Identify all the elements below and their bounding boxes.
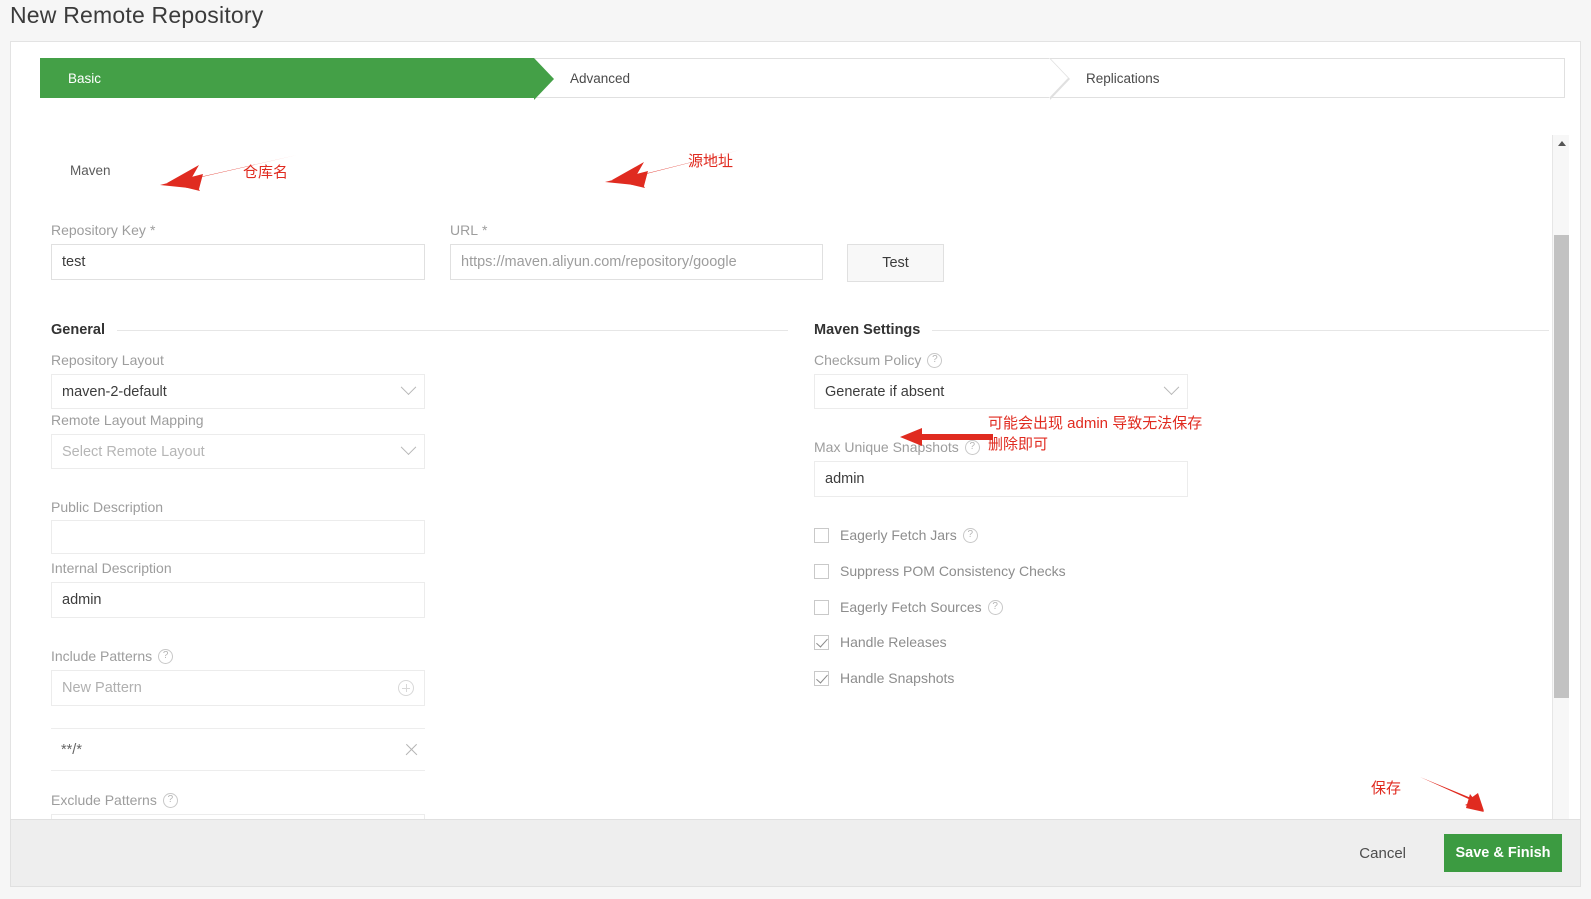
checksum-policy-select[interactable]: Generate if absent — [814, 374, 1188, 409]
repository-key-label-row: Repository Key * — [51, 222, 155, 238]
maven-settings-section-heading: Maven Settings — [814, 322, 1549, 338]
vertical-scrollbar[interactable] — [1552, 135, 1569, 860]
chevron-down-icon — [400, 379, 417, 396]
repository-key-label: Repository Key — [51, 222, 146, 238]
plus-circle-icon[interactable] — [398, 680, 414, 696]
checkbox-eagerly-fetch-sources[interactable]: Eagerly Fetch Sources ? — [814, 599, 1003, 615]
checkbox-label: Handle Releases — [840, 634, 947, 650]
url-required-mark: * — [482, 222, 488, 238]
chevron-right-inner-icon — [1049, 58, 1068, 98]
footer-bar: Cancel Save & Finish — [10, 819, 1581, 887]
url-label: URL — [450, 222, 479, 238]
checkbox-label: Suppress POM Consistency Checks — [840, 563, 1066, 579]
checkbox-icon[interactable] — [814, 527, 829, 543]
checkbox-label: Handle Snapshots — [840, 670, 955, 686]
tab-basic[interactable]: Basic — [40, 58, 554, 100]
tab-replications-label: Replications — [1086, 70, 1160, 86]
scroll-up-arrow-icon[interactable] — [1553, 135, 1570, 152]
repository-key-input[interactable]: test — [51, 244, 425, 280]
annotation-repository-key: 仓库名 — [243, 164, 289, 181]
checksum-policy-label: Checksum Policy — [814, 352, 922, 368]
max-unique-snapshots-label-row: Max Unique Snapshots ? — [814, 439, 980, 455]
include-patterns-new-input: New Pattern — [62, 680, 142, 696]
checkbox-icon[interactable] — [814, 670, 829, 686]
help-icon[interactable]: ? — [158, 648, 174, 664]
include-patterns-label-row: Include Patterns ? — [51, 648, 174, 664]
checkbox-handle-releases[interactable]: Handle Releases — [814, 634, 947, 650]
checkbox-suppress-pom-consistency-checks[interactable]: Suppress POM Consistency Checks — [814, 563, 1066, 579]
include-patterns-new-input-wrap[interactable]: New Pattern — [51, 670, 425, 706]
form-body: Maven Repository Key * test URL * https:… — [11, 112, 1564, 820]
chevron-down-icon — [1163, 379, 1180, 396]
help-icon[interactable]: ? — [927, 352, 943, 368]
internal-description-label: Internal Description — [51, 560, 172, 576]
remote-layout-mapping-label: Remote Layout Mapping — [51, 412, 204, 428]
exclude-patterns-label-row: Exclude Patterns ? — [51, 792, 178, 808]
annotation-url: 源地址 — [688, 153, 734, 170]
include-pattern-item: **/* — [51, 728, 425, 771]
exclude-patterns-label: Exclude Patterns — [51, 792, 157, 808]
remote-layout-mapping-select[interactable]: Select Remote Layout — [51, 434, 425, 469]
internal-description-input[interactable]: admin — [51, 582, 425, 618]
checkbox-eagerly-fetch-jars[interactable]: Eagerly Fetch Jars ? — [814, 527, 978, 543]
url-input[interactable]: https://maven.aliyun.com/repository/goog… — [450, 244, 823, 280]
divider — [932, 329, 1549, 331]
help-icon[interactable]: ? — [162, 792, 178, 808]
wizard-tab-bar: Basic Advanced Replications — [40, 58, 1565, 100]
divider — [117, 329, 788, 331]
chevron-down-icon — [400, 439, 417, 456]
repository-layout-select[interactable]: maven-2-default — [51, 374, 425, 409]
cancel-button[interactable]: Cancel — [1359, 845, 1406, 862]
remote-layout-mapping-value: Select Remote Layout — [62, 443, 205, 460]
close-icon[interactable] — [404, 742, 419, 757]
public-description-label: Public Description — [51, 499, 164, 515]
checkbox-icon[interactable] — [814, 599, 829, 615]
checkbox-icon[interactable] — [814, 634, 829, 650]
max-unique-snapshots-label: Max Unique Snapshots — [814, 439, 959, 455]
annotation-max-unique-snapshots-line2: 删除即可 — [988, 436, 1049, 453]
chevron-right-icon — [534, 58, 554, 100]
save-and-finish-button[interactable]: Save & Finish — [1444, 834, 1562, 872]
tab-advanced-label: Advanced — [570, 70, 631, 86]
help-icon[interactable]: ? — [964, 439, 980, 455]
checksum-policy-label-row: Checksum Policy ? — [814, 352, 943, 368]
help-icon[interactable]: ? — [987, 599, 1003, 615]
help-icon[interactable]: ? — [962, 527, 978, 543]
scrollbar-thumb[interactable] — [1554, 235, 1569, 698]
public-description-input[interactable] — [51, 520, 425, 554]
annotation-max-unique-snapshots-line1: 可能会出现 admin 导致无法保存 — [988, 415, 1203, 432]
package-type-label: Maven — [70, 163, 111, 178]
tab-replications[interactable]: Replications — [1050, 58, 1565, 98]
general-section-heading: General — [51, 322, 788, 338]
url-label-row: URL * — [450, 222, 487, 238]
checkbox-icon[interactable] — [814, 563, 829, 579]
annotation-save: 保存 — [1371, 780, 1402, 797]
tab-advanced[interactable]: Advanced — [534, 58, 1070, 100]
repository-layout-label: Repository Layout — [51, 352, 164, 368]
test-button[interactable]: Test — [847, 244, 944, 282]
max-unique-snapshots-input[interactable]: admin — [814, 461, 1188, 497]
checkbox-label: Eagerly Fetch Sources — [840, 599, 982, 615]
checkbox-label: Eagerly Fetch Jars — [840, 527, 957, 543]
include-patterns-label: Include Patterns — [51, 648, 153, 664]
maven-settings-heading-text: Maven Settings — [814, 322, 921, 338]
wizard-card: Basic Advanced Replications Maven Reposi… — [10, 41, 1581, 860]
repository-key-required-mark: * — [149, 222, 156, 238]
checksum-policy-value: Generate if absent — [825, 383, 945, 400]
checkbox-handle-snapshots[interactable]: Handle Snapshots — [814, 670, 954, 686]
page-title: New Remote Repository — [10, 2, 264, 28]
include-pattern-value: **/* — [61, 741, 82, 758]
tab-basic-label: Basic — [68, 70, 102, 86]
repository-layout-value: maven-2-default — [62, 383, 167, 400]
general-heading-text: General — [51, 322, 105, 338]
